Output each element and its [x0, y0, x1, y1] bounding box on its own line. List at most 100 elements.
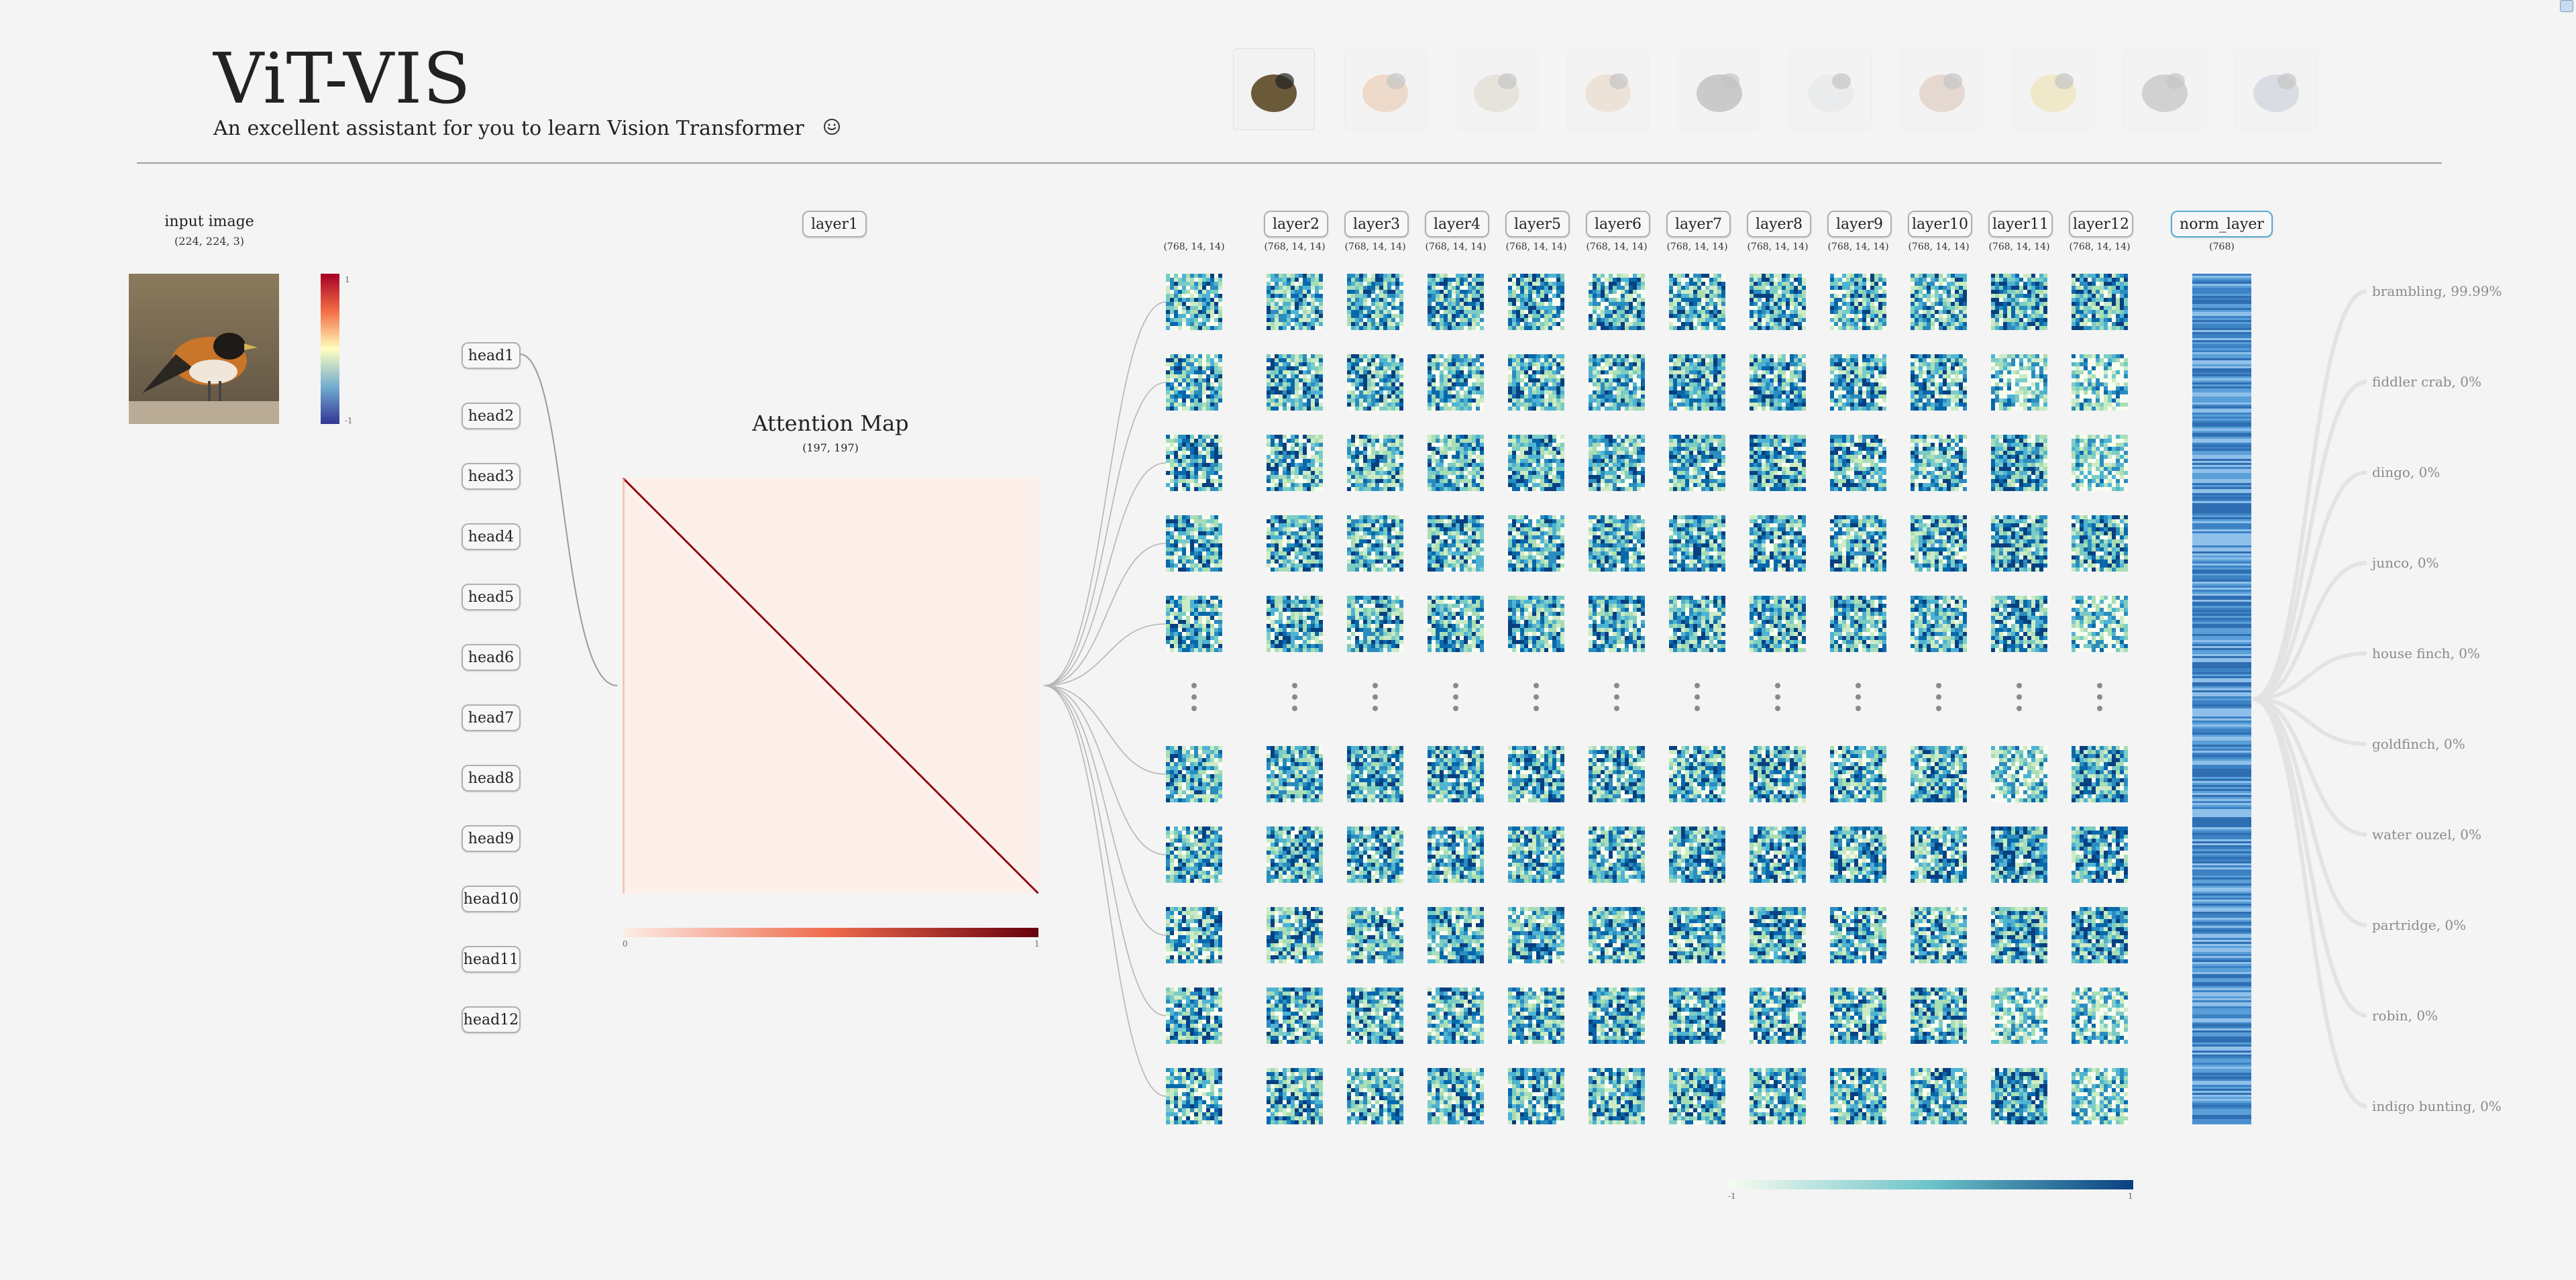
feature-map-l7-r4[interactable] [1669, 515, 1725, 572]
feature-map-l10-r5[interactable] [1911, 596, 1967, 652]
feature-map-l10-r2[interactable] [1911, 354, 1967, 411]
feature-map-l11-r7[interactable] [1991, 826, 2047, 883]
feature-map-l8-r1[interactable] [1750, 274, 1806, 330]
feature-map-l4-r3[interactable] [1428, 435, 1484, 491]
feature-map-l2-r8[interactable] [1267, 907, 1323, 963]
layer-button-7[interactable]: layer7 [1666, 211, 1731, 237]
feature-map-l12-r7[interactable] [2072, 826, 2128, 883]
layer-button-10[interactable]: layer10 [1908, 211, 1972, 237]
feature-map-l11-r2[interactable] [1991, 354, 2047, 411]
feature-map-l6-r3[interactable] [1589, 435, 1645, 491]
feature-map-l11-r10[interactable] [1991, 1068, 2047, 1124]
layer-button-3[interactable]: layer3 [1344, 211, 1409, 237]
feature-map-l11-r4[interactable] [1991, 515, 2047, 572]
feature-map-l1-r9[interactable] [1166, 988, 1222, 1044]
feature-map-l3-r4[interactable] [1347, 515, 1403, 572]
feature-map-l6-r1[interactable] [1589, 274, 1645, 330]
feature-map-l1-r4[interactable] [1166, 515, 1222, 572]
feature-map-l11-r8[interactable] [1991, 907, 2047, 963]
layer-button-8[interactable]: layer8 [1747, 211, 1811, 237]
layer-button-12[interactable]: layer12 [2069, 211, 2133, 237]
feature-map-l9-r8[interactable] [1830, 907, 1886, 963]
feature-map-l12-r5[interactable] [2072, 596, 2128, 652]
feature-map-l10-r4[interactable] [1911, 515, 1967, 572]
feature-map-l2-r5[interactable] [1267, 596, 1323, 652]
feature-map-l6-r10[interactable] [1589, 1068, 1645, 1124]
feature-map-l12-r6[interactable] [2072, 746, 2128, 802]
feature-map-l4-r10[interactable] [1428, 1068, 1484, 1124]
feature-map-l12-r4[interactable] [2072, 515, 2128, 572]
feature-map-l5-r3[interactable] [1508, 435, 1564, 491]
feature-map-l11-r5[interactable] [1991, 596, 2047, 652]
feature-map-l1-r10[interactable] [1166, 1068, 1222, 1124]
feature-map-l6-r4[interactable] [1589, 515, 1645, 572]
feature-map-l8-r8[interactable] [1750, 907, 1806, 963]
feature-map-l10-r1[interactable] [1911, 274, 1967, 330]
feature-map-l8-r9[interactable] [1750, 988, 1806, 1044]
feature-map-l12-r3[interactable] [2072, 435, 2128, 491]
feature-map-l12-r9[interactable] [2072, 988, 2128, 1044]
feature-map-l10-r10[interactable] [1911, 1068, 1967, 1124]
feature-map-l2-r3[interactable] [1267, 435, 1323, 491]
feature-map-l9-r10[interactable] [1830, 1068, 1886, 1124]
feature-map-l6-r6[interactable] [1589, 746, 1645, 802]
layer-button-4[interactable]: layer4 [1425, 211, 1489, 237]
feature-map-l5-r2[interactable] [1508, 354, 1564, 411]
feature-map-l10-r8[interactable] [1911, 907, 1967, 963]
feature-map-l1-r7[interactable] [1166, 826, 1222, 883]
feature-map-l7-r10[interactable] [1669, 1068, 1725, 1124]
feature-map-l9-r4[interactable] [1830, 515, 1886, 572]
feature-map-l8-r6[interactable] [1750, 746, 1806, 802]
feature-map-l2-r6[interactable] [1267, 746, 1323, 802]
feature-map-l6-r8[interactable] [1589, 907, 1645, 963]
feature-map-l5-r1[interactable] [1508, 274, 1564, 330]
feature-map-l3-r8[interactable] [1347, 907, 1403, 963]
feature-map-l2-r2[interactable] [1267, 354, 1323, 411]
feature-map-l3-r2[interactable] [1347, 354, 1403, 411]
feature-map-l4-r8[interactable] [1428, 907, 1484, 963]
feature-map-l3-r1[interactable] [1347, 274, 1403, 330]
feature-map-l11-r9[interactable] [1991, 988, 2047, 1044]
layer-button-1[interactable]: layer1 [802, 211, 867, 237]
feature-map-l5-r9[interactable] [1508, 988, 1564, 1044]
feature-map-l3-r6[interactable] [1347, 746, 1403, 802]
feature-map-l2-r4[interactable] [1267, 515, 1323, 572]
feature-map-l6-r2[interactable] [1589, 354, 1645, 411]
feature-map-l3-r5[interactable] [1347, 596, 1403, 652]
feature-map-l2-r7[interactable] [1267, 826, 1323, 883]
feature-map-l8-r10[interactable] [1750, 1068, 1806, 1124]
feature-map-l9-r2[interactable] [1830, 354, 1886, 411]
norm-layer-button[interactable]: norm_layer [2171, 211, 2273, 237]
feature-map-l9-r9[interactable] [1830, 988, 1886, 1044]
feature-map-l5-r5[interactable] [1508, 596, 1564, 652]
feature-map-l3-r7[interactable] [1347, 826, 1403, 883]
feature-map-l4-r4[interactable] [1428, 515, 1484, 572]
feature-map-l8-r7[interactable] [1750, 826, 1806, 883]
feature-map-l2-r10[interactable] [1267, 1068, 1323, 1124]
feature-map-l1-r3[interactable] [1166, 435, 1222, 491]
layer-button-11[interactable]: layer11 [1988, 211, 2053, 237]
feature-map-l10-r6[interactable] [1911, 746, 1967, 802]
feature-map-l9-r1[interactable] [1830, 274, 1886, 330]
feature-map-l5-r6[interactable] [1508, 746, 1564, 802]
feature-map-l12-r2[interactable] [2072, 354, 2128, 411]
feature-map-l10-r9[interactable] [1911, 988, 1967, 1044]
feature-map-l4-r7[interactable] [1428, 826, 1484, 883]
feature-map-l1-r8[interactable] [1166, 907, 1222, 963]
feature-map-l5-r4[interactable] [1508, 515, 1564, 572]
feature-map-l11-r1[interactable] [1991, 274, 2047, 330]
feature-map-l9-r5[interactable] [1830, 596, 1886, 652]
layer-button-6[interactable]: layer6 [1586, 211, 1650, 237]
feature-map-l4-r9[interactable] [1428, 988, 1484, 1044]
feature-map-l1-r6[interactable] [1166, 746, 1222, 802]
feature-map-l8-r2[interactable] [1750, 354, 1806, 411]
feature-map-l6-r9[interactable] [1589, 988, 1645, 1044]
feature-map-l9-r6[interactable] [1830, 746, 1886, 802]
feature-map-l11-r6[interactable] [1991, 746, 2047, 802]
feature-map-l2-r1[interactable] [1267, 274, 1323, 330]
feature-map-l7-r8[interactable] [1669, 907, 1725, 963]
feature-map-l7-r6[interactable] [1669, 746, 1725, 802]
feature-map-l7-r7[interactable] [1669, 826, 1725, 883]
feature-map-l7-r9[interactable] [1669, 988, 1725, 1044]
feature-map-l7-r2[interactable] [1669, 354, 1725, 411]
